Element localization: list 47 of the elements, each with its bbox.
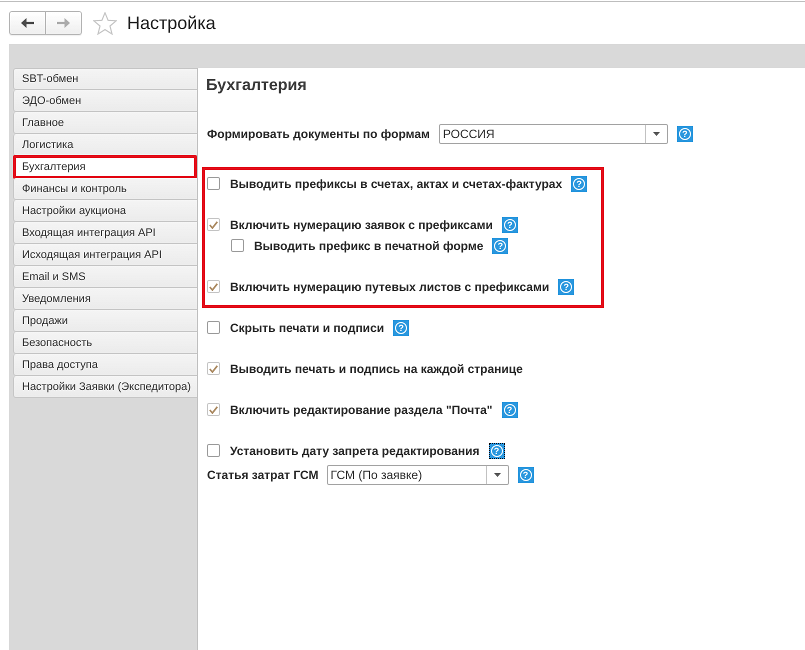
caret-icon [494, 472, 501, 476]
caret-icon [652, 132, 660, 136]
checkmark-icon [209, 220, 218, 228]
checkbox-label: Скрыть печати и подписи [230, 320, 384, 334]
sidebar-tab[interactable]: ЭДО-обмен [13, 90, 197, 112]
sidebar-tab[interactable]: Исходящая интеграция API [13, 244, 197, 266]
checkbox[interactable] [207, 280, 220, 293]
checkbox-label: Включить нумерацию путевых листов с префиксами [230, 280, 550, 294]
sidebar-tab[interactable]: Настройки аукциона [13, 200, 197, 222]
sidebar-tab[interactable]: Безопасность [13, 332, 197, 354]
sidebar-tab[interactable]: Бухгалтерия [13, 155, 197, 179]
sidebar-tab[interactable]: Продажи [13, 310, 197, 332]
checkbox[interactable] [207, 444, 220, 457]
star-icon[interactable] [93, 12, 117, 34]
sidebar-tab[interactable]: Логистика [13, 134, 197, 156]
sidebar-tab[interactable]: Email и SMS [13, 266, 197, 288]
dropdown-field[interactable]: РОССИЯ [438, 124, 668, 144]
checkbox-label: Выводить печать и подпись на каждой странице [230, 362, 523, 376]
field-label: Формировать документы по формам [207, 126, 430, 140]
page-title: Настройка [127, 12, 216, 34]
sidebar-tab[interactable]: Финансы и контроль [13, 178, 197, 200]
checkbox[interactable] [207, 218, 220, 231]
checkbox[interactable] [207, 362, 220, 375]
sidebar-tab[interactable]: SBT-обмен [13, 68, 197, 90]
checkbox[interactable] [231, 239, 244, 252]
checkmark-icon [209, 364, 218, 372]
sidebar-tab[interactable]: Права доступа [13, 354, 197, 376]
checkbox-label: Включить нумерацию заявок с префиксами [230, 218, 493, 232]
checkbox-label: Выводить префиксы в счетах, актах и счетах-фактурах [230, 176, 562, 190]
checkmark-icon [209, 406, 218, 414]
checkbox-label: Включить редактирование раздела "Почта" [230, 402, 492, 416]
arrow-right-icon [57, 18, 70, 28]
section-title: Бухгалтерия [206, 76, 308, 96]
back-button[interactable] [9, 11, 46, 35]
checkbox-label: Установить дату запрета редактирования [230, 444, 480, 458]
sidebar-tab[interactable]: Уведомления [13, 288, 197, 310]
checkbox-label: Выводить префикс в печатной форме [254, 238, 484, 252]
checkbox[interactable] [207, 403, 220, 416]
sidebar-tab[interactable]: Главное [13, 112, 197, 134]
dropdown-field[interactable]: ГСМ (По заявке) [326, 464, 509, 484]
sidebar-tab[interactable]: Входящая интеграция API [13, 222, 197, 244]
field-label: Статья затрат ГСМ [207, 468, 319, 482]
arrow-left-icon [21, 18, 34, 28]
checkbox[interactable] [207, 177, 220, 190]
sidebar-tab[interactable]: Настройки Заявки (Экспедитора) [13, 376, 197, 398]
checkmark-icon [209, 282, 218, 290]
checkbox[interactable] [207, 321, 220, 334]
